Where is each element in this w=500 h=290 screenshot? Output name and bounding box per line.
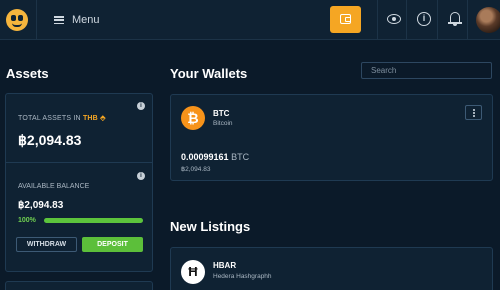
total-assets-value: ฿2,094.83 <box>18 132 82 148</box>
withdraw-button[interactable]: WITHDRAW <box>16 237 77 252</box>
wallet-card[interactable]: ₿ BTC Bitcoin 0.00099161 BTC ฿2,094.83 <box>170 94 493 181</box>
listing-card[interactable]: Ħ HBAR Hedera Hashgraphh <box>170 247 493 290</box>
divider <box>467 0 468 40</box>
caret-icon: ⬘ <box>100 115 106 122</box>
deposit-button[interactable]: DEPOSIT <box>82 237 143 252</box>
more-options-button[interactable] <box>465 105 482 120</box>
wallet-button[interactable] <box>330 6 361 33</box>
divider <box>36 0 37 40</box>
total-assets-label: TOTAL ASSETS IN THB ⬘ <box>18 115 106 122</box>
top-bar: Menu i <box>0 0 500 40</box>
divider <box>437 0 438 40</box>
wallet-icon <box>340 14 351 24</box>
available-balance-value: ฿2,094.83 <box>18 200 64 211</box>
assets-card-secondary <box>5 281 153 290</box>
listing-symbol: HBAR <box>213 261 237 270</box>
available-percent: 100% <box>18 217 36 224</box>
hamburger-icon <box>54 16 64 24</box>
wallet-name: Bitcoin <box>213 120 233 127</box>
wallets-title: Your Wallets <box>170 66 248 81</box>
info-icon[interactable]: i <box>137 172 145 180</box>
info-icon[interactable]: i <box>416 11 432 27</box>
search-input[interactable]: Search <box>361 62 492 79</box>
hedera-icon: Ħ <box>181 260 205 284</box>
info-icon[interactable]: i <box>137 102 145 110</box>
new-listings-title: New Listings <box>170 219 251 234</box>
currency-selector[interactable]: THB ⬘ <box>83 115 106 122</box>
wallet-symbol: BTC <box>213 109 230 118</box>
divider <box>406 0 407 40</box>
assets-title: Assets <box>6 66 49 81</box>
avatar[interactable] <box>476 7 500 33</box>
wallet-fiat-value: ฿2,094.83 <box>181 166 211 173</box>
wallet-amount: 0.00099161 BTC <box>181 152 250 162</box>
assets-card: i TOTAL ASSETS IN THB ⬘ ฿2,094.83 i AVAI… <box>5 93 153 272</box>
menu-button[interactable]: Menu <box>54 12 100 28</box>
divider <box>377 0 378 40</box>
listing-name: Hedera Hashgraphh <box>213 273 272 280</box>
logo-icon[interactable] <box>6 9 28 31</box>
divider <box>6 162 152 163</box>
available-balance-label: AVAILABLE BALANCE <box>18 183 90 190</box>
bell-icon[interactable] <box>447 11 463 27</box>
bitcoin-icon: ₿ <box>181 106 205 130</box>
available-progress-bar <box>44 218 143 223</box>
progress-fill <box>44 218 143 223</box>
eye-icon[interactable] <box>386 11 402 27</box>
menu-label: Menu <box>72 14 100 26</box>
